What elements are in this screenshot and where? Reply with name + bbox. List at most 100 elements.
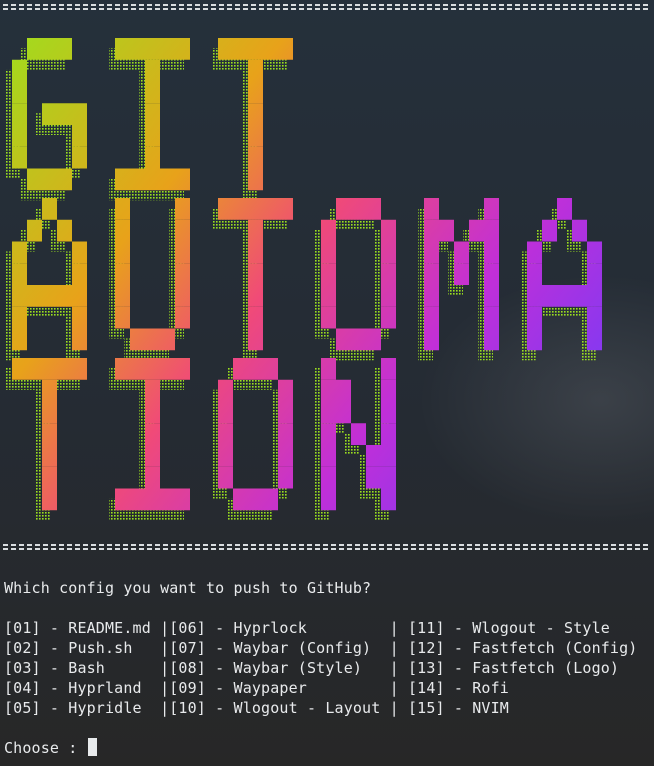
solid-block [12,328,27,351]
solid-block [381,466,396,489]
solid-block [366,445,381,467]
solid-block [557,198,572,220]
solid-block [115,285,130,307]
solid-block [366,466,381,489]
solid-block [115,263,130,285]
solid-block [336,379,351,402]
solid-block [145,38,160,60]
solid-block [454,241,469,264]
solid-block [572,219,587,242]
solid-block [321,445,336,467]
solid-block [175,306,190,329]
solid-block [115,219,130,242]
solid-block [248,59,263,82]
solid-block [145,81,160,104]
solid-block [587,263,602,285]
solid-block [175,38,190,60]
solid-block [484,198,499,220]
solid-block [248,358,263,380]
solid-block [72,328,87,351]
solid-block [424,263,439,285]
solid-block [424,198,439,220]
solid-block [424,219,439,242]
solid-block [175,241,190,264]
solid-block [12,241,27,264]
solid-block [145,379,160,402]
solid-block [160,38,175,60]
solid-block [27,168,42,191]
solid-block [218,379,233,402]
solid-block [27,285,42,307]
solid-block [42,466,57,489]
solid-block [42,168,57,191]
solid-block [145,445,160,467]
solid-block [248,488,263,511]
solid-block [381,306,396,329]
solid-block [218,445,233,467]
solid-block [336,401,351,424]
solid-block [321,379,336,402]
solid-block [160,168,175,191]
solid-block [115,306,130,329]
solid-block [263,38,278,60]
text-cursor[interactable] [87,738,97,756]
solid-block [263,198,278,220]
solid-block [321,423,336,445]
solid-block [130,168,145,191]
solid-block [321,401,336,424]
solid-block [175,358,190,380]
solid-block [42,379,57,402]
solid-block [381,219,396,242]
banner-letter-u-1-1 [115,198,190,351]
solid-block [527,306,542,329]
solid-block [542,285,557,307]
solid-block [145,328,160,351]
solid-block [175,219,190,242]
solid-block [424,328,439,351]
solid-block [557,285,572,307]
solid-block [145,168,160,191]
solid-block [42,358,57,380]
solid-block [351,328,366,351]
solid-block [248,306,263,329]
solid-block [248,328,263,351]
solid-block [115,488,130,511]
banner-letter-n-2-3 [321,358,396,511]
solid-block [366,198,381,220]
solid-block [351,198,366,220]
solid-block [57,358,72,380]
solid-block [263,488,278,511]
solid-block [12,285,27,307]
solid-block [145,146,160,169]
solid-block [115,358,130,380]
solid-block [248,38,263,60]
solid-block [587,241,602,264]
solid-block [484,306,499,329]
solid-block [42,198,57,220]
solid-block [175,168,190,191]
solid-block [278,466,293,489]
solid-block [145,488,160,511]
menu-row-1: [01] - README.md |[06] - Hyprlock | [11]… [4,619,610,637]
solid-block [248,263,263,285]
choose-prompt[interactable]: Choose : [4,738,97,758]
solid-block [424,285,439,307]
solid-block [381,401,396,424]
solid-block [72,263,87,285]
solid-block [160,488,175,511]
solid-block [527,263,542,285]
solid-block [42,401,57,424]
solid-block [57,219,72,242]
solid-block [321,306,336,329]
solid-block [263,358,278,380]
terminal-window[interactable]: Which config you want to push to GitHub?… [0,0,654,766]
solid-block [381,358,396,380]
solid-block [42,103,57,125]
solid-block [233,488,248,511]
solid-block [218,401,233,424]
solid-block [57,168,72,191]
ascii-banner [6,38,602,521]
solid-block [12,306,27,329]
solid-block [587,328,602,351]
solid-block [587,306,602,329]
